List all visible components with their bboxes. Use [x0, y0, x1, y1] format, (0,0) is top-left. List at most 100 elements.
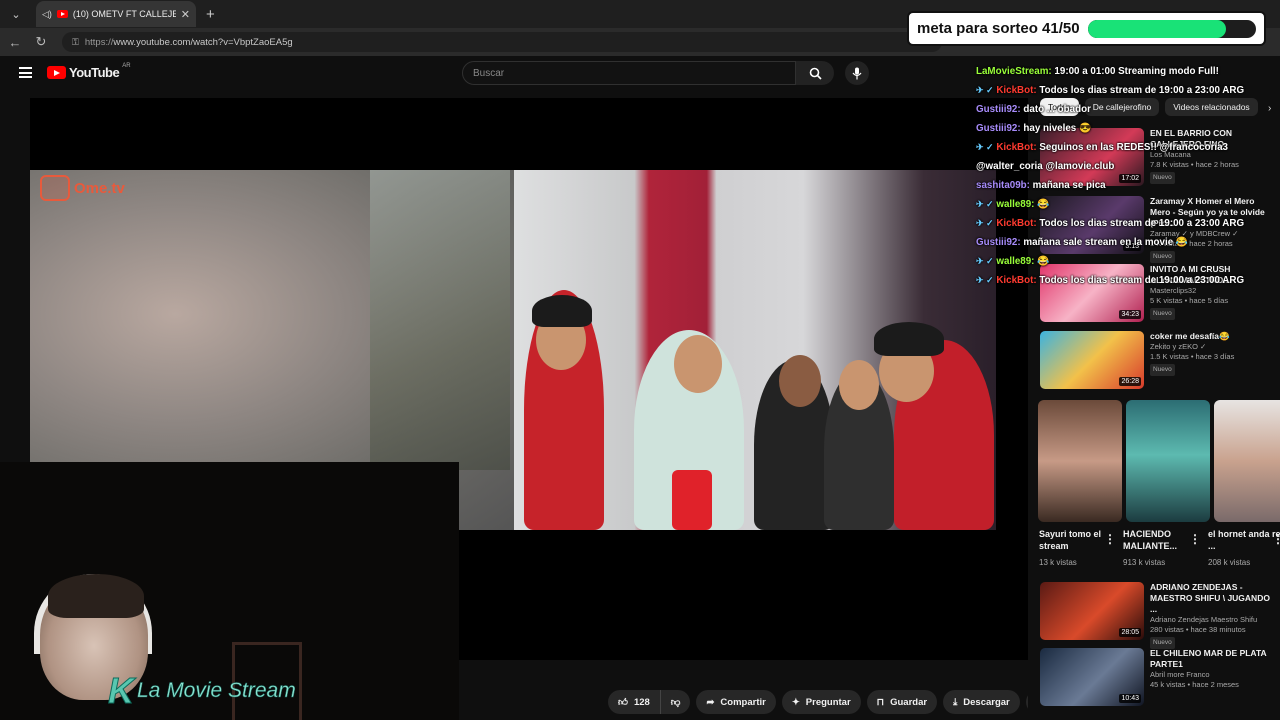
short-title[interactable]: HACIENDO MALIANTE... — [1123, 528, 1197, 552]
hamburger-menu-icon[interactable] — [19, 67, 32, 78]
reload-icon[interactable]: ↻ — [30, 34, 52, 50]
search-button[interactable] — [796, 61, 834, 85]
chat-message: LaMovieStream: 19:00 a 01:00 Streaming m… — [976, 62, 1276, 81]
video-stats: 1.5 K vistas • hace 3 días — [1150, 352, 1235, 361]
ometv-logo-text: Ome.tv — [74, 179, 125, 197]
search-input[interactable]: Buscar — [462, 61, 796, 85]
video-thumbnail[interactable]: 28:05 — [1040, 582, 1144, 640]
short-info[interactable]: Sayuri tomo el stream 13 k vistas — [1039, 528, 1113, 569]
ask-button[interactable]: ✦ Preguntar — [781, 690, 861, 714]
chat-username[interactable]: Gustiii92: — [976, 104, 1021, 115]
youtube-play-icon — [47, 66, 66, 79]
download-label: Descargar — [963, 696, 1010, 708]
site-info-icon[interactable]: ⚿ — [72, 37, 79, 48]
chat-badge-icons: ✈ ✓ — [976, 256, 994, 266]
video-title[interactable]: EL CHILENO MAR DE PLATA PARTE1 — [1150, 648, 1276, 670]
chat-username[interactable]: KickBot: — [996, 218, 1036, 229]
close-icon[interactable]: ✕ — [181, 8, 190, 21]
voice-search-button[interactable] — [845, 61, 869, 85]
chat-message: Gustiii92: dato ... obador — [976, 100, 1276, 119]
short-info[interactable]: el hornet anda re ... 208 k vistas — [1208, 528, 1280, 569]
chat-message: @walter_coria @lamovie.club — [976, 157, 1276, 176]
like-button[interactable]: 👍︎ 128 — [608, 690, 661, 714]
stream-chat-overlay: LaMovieStream: 19:00 a 01:00 Streaming m… — [976, 62, 1276, 290]
video-stats: 280 vistas • hace 38 minutos — [1150, 625, 1246, 634]
thumbs-up-icon: 👍︎ — [618, 697, 628, 708]
recommended-video[interactable]: 28:05 ADRIANO ZENDEJAS - MAESTRO SHIFU \… — [1040, 582, 1276, 649]
recommended-video[interactable]: 26:28 coker me desafía😂 Zekito y zEKO ✓ 1.… — [1040, 331, 1276, 389]
chat-username[interactable]: Gustiii92: — [976, 123, 1021, 134]
share-arrow-icon: ➦ — [706, 696, 715, 708]
chat-username[interactable]: KickBot: — [996, 275, 1036, 286]
chat-badge-icons: ✈ ✓ — [976, 275, 994, 285]
chat-username[interactable]: sashita09b: — [976, 180, 1030, 191]
video-thumbnail[interactable]: 26:28 — [1040, 331, 1144, 389]
chat-message: ✈ ✓ KickBot: Seguinos en las REDES!! @fr… — [976, 138, 1276, 157]
youtube-logo[interactable]: YouTube AR — [47, 63, 131, 80]
chat-username[interactable]: Gustiii92: — [976, 237, 1021, 248]
chat-text: 19:00 a 01:00 Streaming modo Full! — [1054, 66, 1219, 77]
ometv-tv-icon — [40, 175, 70, 201]
duration: 28:05 — [1119, 628, 1141, 637]
download-icon: ⤓ — [953, 696, 958, 708]
chat-text: dato ... obador — [1023, 104, 1091, 115]
giveaway-goal-widget: meta para sorteo 41/50 — [907, 11, 1266, 46]
group-room-video — [514, 170, 996, 530]
chat-badge-icons: ✈ ✓ — [976, 199, 994, 209]
speaker-icon[interactable]: ◁) — [42, 9, 52, 20]
short-menu-dots-icon[interactable]: ⋮ — [1272, 532, 1280, 546]
short-thumbnail[interactable] — [1038, 400, 1122, 522]
url-field[interactable]: ⚿ https://www.youtube.com/watch?v=VbptZa… — [62, 32, 942, 52]
goal-progress-bar — [1087, 19, 1256, 38]
chat-message: ✈ ✓ KickBot: Todos los dias stream de 19… — [976, 271, 1276, 290]
like-count: 128 — [633, 696, 650, 708]
save-button[interactable]: ⊓ Guardar — [866, 690, 938, 714]
microphone-icon — [852, 67, 862, 79]
chat-badge-icons: ✈ ✓ — [976, 218, 994, 228]
download-button[interactable]: ⤓ Descargar — [943, 690, 1020, 714]
chat-text: @walter_coria @lamovie.club — [976, 161, 1115, 172]
chat-username[interactable]: walle89: — [996, 199, 1034, 210]
channel-name[interactable]: Zekito y zEKO ✓ — [1150, 342, 1276, 352]
short-views: 913 k vistas — [1123, 558, 1166, 567]
share-button[interactable]: ➦ Compartir — [696, 690, 776, 714]
chat-username[interactable]: walle89: — [996, 256, 1034, 267]
kick-k-logo: K — [108, 670, 135, 711]
recommended-video[interactable]: 10:43 EL CHILENO MAR DE PLATA PARTE1 Abri… — [1040, 648, 1276, 706]
like-dislike-group: 👍︎ 128 👎︎ — [608, 690, 691, 714]
channel-name[interactable]: Abril more Franco — [1150, 670, 1276, 680]
chat-text: Todos los dias stream de 19:00 a 23:00 A… — [1039, 275, 1245, 286]
short-thumbnail[interactable] — [1126, 400, 1210, 522]
chat-username[interactable]: LaMovieStream: — [976, 66, 1052, 77]
shorts-shelf — [1038, 400, 1280, 522]
back-arrow-icon[interactable]: ← — [4, 35, 26, 50]
short-title[interactable]: el hornet anda re ... — [1208, 528, 1280, 552]
youtube-favicon-icon — [56, 10, 68, 18]
url-text: www.youtube.com/watch?v=VbptZaoEA5g — [113, 36, 293, 48]
new-badge: Nuevo — [1150, 308, 1175, 320]
short-menu-dots-icon[interactable]: ⋮ — [1104, 532, 1116, 546]
tab-list-chevron-icon[interactable]: ⌄ — [4, 3, 28, 25]
chat-message: ✈ ✓ walle89: 😂 — [976, 252, 1276, 271]
share-label: Compartir — [720, 696, 766, 708]
search-icon — [809, 67, 822, 80]
goal-progress-fill — [1087, 19, 1226, 38]
channel-name[interactable]: Adriano Zendejas Maestro Shifu — [1150, 615, 1276, 625]
short-title[interactable]: Sayuri tomo el stream — [1039, 528, 1113, 552]
dislike-button[interactable]: 👎︎ — [661, 690, 691, 714]
browser-tab[interactable]: ◁) (10) OMETV FT CALLEJERO FI ✕ — [36, 1, 196, 27]
short-views: 208 k vistas — [1208, 558, 1251, 567]
short-menu-dots-icon[interactable]: ⋮ — [1189, 532, 1201, 546]
chat-username[interactable]: KickBot: — [996, 85, 1036, 96]
video-title[interactable]: ADRIANO ZENDEJAS - MAESTRO SHIFU \ JUGAN… — [1150, 582, 1276, 615]
chat-text: 😂 — [1037, 256, 1050, 267]
youtube-logo-text: YouTube — [69, 65, 120, 80]
short-views: 13 k vistas — [1039, 558, 1077, 567]
chat-username[interactable]: KickBot: — [996, 142, 1036, 153]
short-info[interactable]: HACIENDO MALIANTE... 913 k vistas — [1123, 528, 1197, 569]
video-title[interactable]: coker me desafía😂 — [1150, 331, 1276, 342]
short-thumbnail[interactable] — [1214, 400, 1280, 522]
duration: 26:28 — [1119, 377, 1141, 386]
video-thumbnail[interactable]: 10:43 — [1040, 648, 1144, 706]
new-tab-plus-icon[interactable]: + — [206, 6, 215, 23]
